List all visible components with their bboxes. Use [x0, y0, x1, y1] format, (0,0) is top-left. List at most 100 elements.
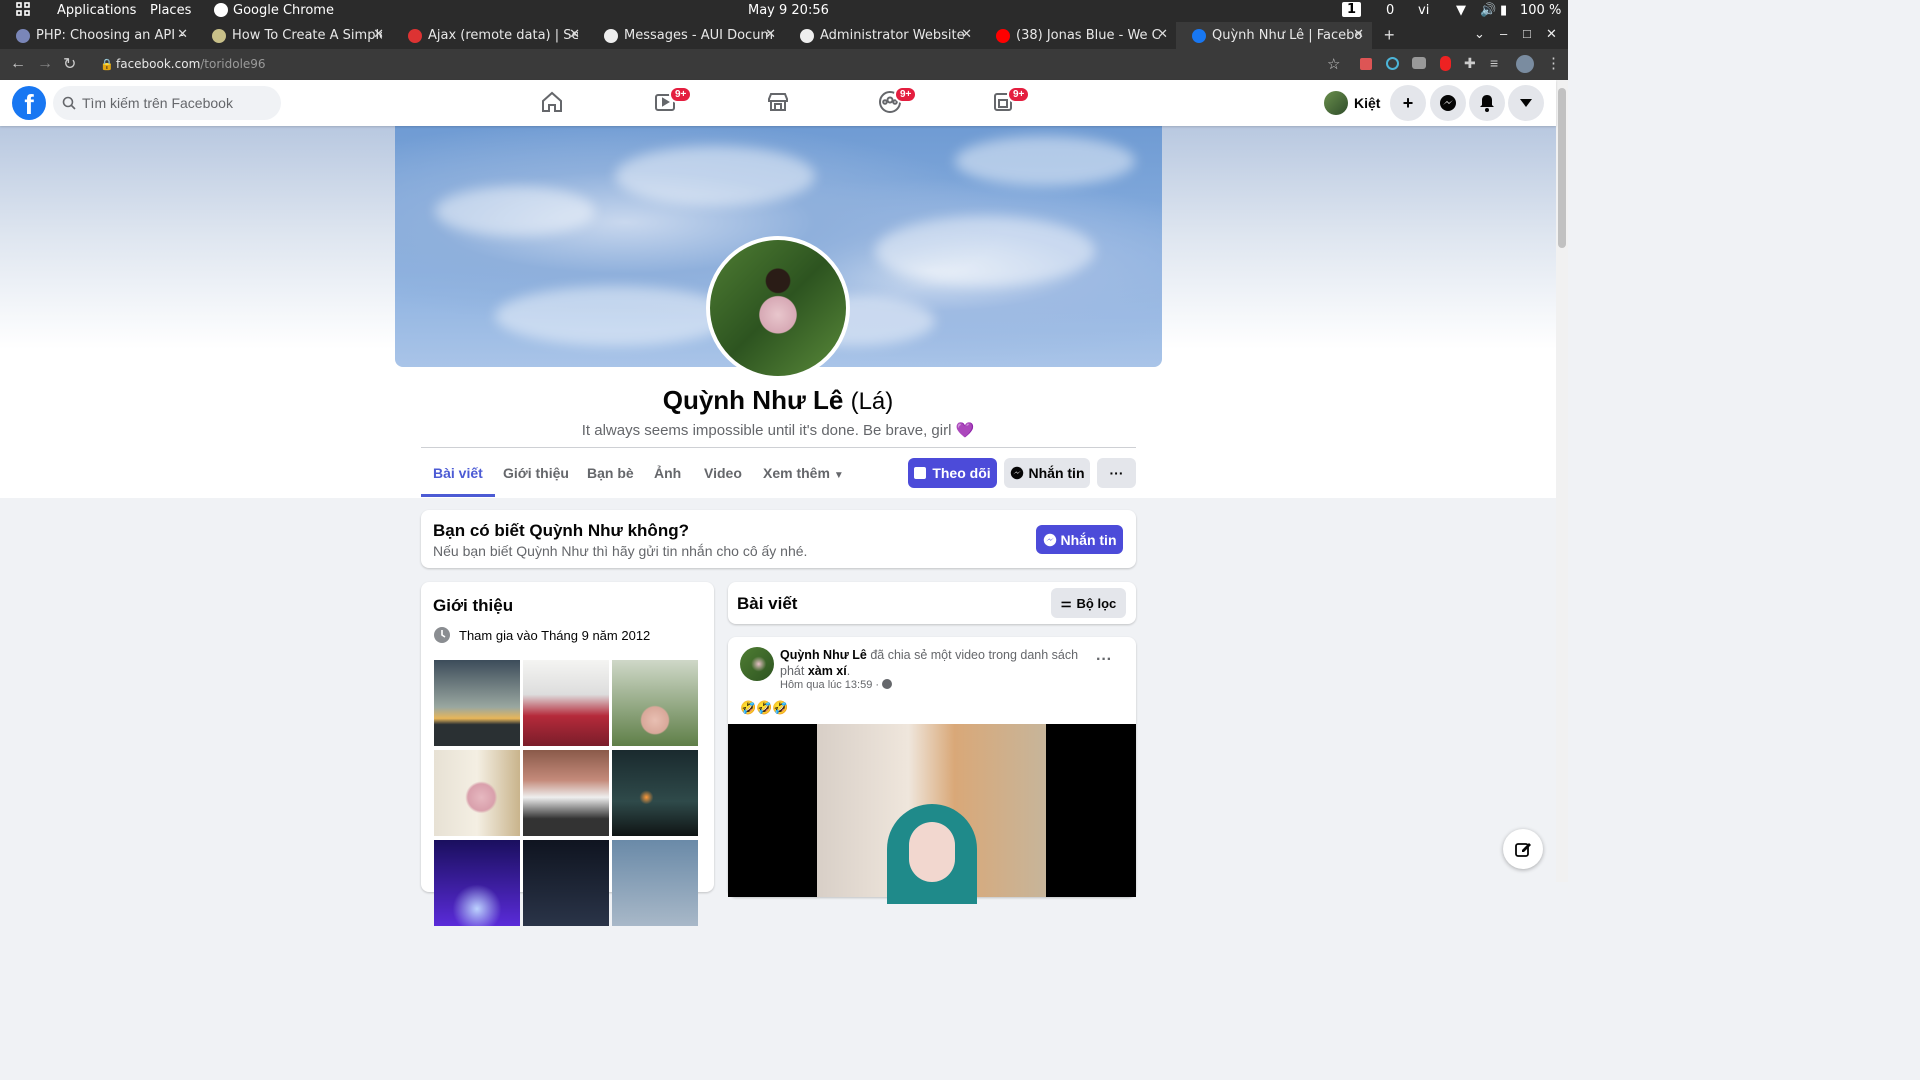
address-bar[interactable]: 🔒 facebook.com/toridole96	[92, 53, 1342, 76]
scrollbar-thumb[interactable]	[1558, 88, 1566, 248]
lock-icon: 🔒	[100, 58, 114, 71]
account-menu-button[interactable]	[1508, 85, 1544, 121]
know-person-card: Bạn có biết Quỳnh Như không? Nếu bạn biế…	[421, 510, 1136, 568]
photo-thumbnail[interactable]	[612, 840, 698, 926]
profile-shortcut[interactable]: Kiệt	[1324, 90, 1380, 116]
post-card: Quỳnh Như Lê đã chia sẻ một video trong …	[728, 637, 1136, 904]
avatar[interactable]	[740, 647, 774, 681]
browser-tab[interactable]: (38) Jonas Blue - We C ✕	[980, 22, 1176, 49]
close-tab-icon[interactable]: ✕	[765, 27, 776, 42]
photo-thumbnail[interactable]	[523, 750, 609, 836]
tab-search-icon[interactable]: ⌄	[1474, 26, 1485, 42]
media-control-icon[interactable]: ≡	[1490, 55, 1498, 71]
know-card-title: Bạn có biết Quỳnh Như không?	[433, 521, 689, 540]
more-options-button[interactable]: ···	[1097, 458, 1136, 488]
reload-icon[interactable]: ↻	[63, 54, 76, 74]
applications-menu[interactable]: Applications	[57, 3, 136, 18]
profile-avatar[interactable]	[1516, 55, 1534, 73]
gaming-icon[interactable]: 9+	[991, 86, 1031, 116]
new-message-button[interactable]	[1503, 829, 1543, 869]
favicon-icon	[212, 28, 226, 43]
browser-tab[interactable]: Administrator Website ✕	[784, 22, 980, 49]
tab-more[interactable]: Xem thêm ▼	[763, 459, 844, 497]
marketplace-icon[interactable]	[766, 90, 792, 116]
wifi-icon[interactable]: ▼	[1456, 3, 1466, 18]
watch-badge: 9+	[669, 86, 693, 103]
intro-card: Giới thiệu Tham gia vào Tháng 9 năm 2012	[421, 582, 714, 926]
post-menu-button[interactable]: ···	[1096, 651, 1112, 669]
workspace-indicator[interactable]: 1	[1342, 2, 1362, 17]
browser-tab[interactable]: How To Create A Simple R✕	[196, 22, 392, 49]
search-input[interactable]: Tìm kiếm trên Facebook	[53, 86, 281, 120]
browser-tab[interactable]: Messages - AUI Documen ✕	[588, 22, 784, 49]
back-icon[interactable]: ←	[10, 55, 26, 73]
favicon-icon	[996, 28, 1010, 43]
profile-picture[interactable]	[706, 236, 850, 380]
react-devtools-icon[interactable]	[1386, 57, 1399, 70]
video-player[interactable]	[728, 724, 1136, 904]
chrome-menu-icon[interactable]: ⋮	[1546, 54, 1561, 72]
notification-count: 0	[1386, 3, 1395, 18]
photo-thumbnail[interactable]	[434, 660, 520, 746]
tab-more-label: Xem thêm	[763, 465, 830, 481]
photo-thumbnail[interactable]	[523, 660, 609, 746]
photo-thumbnail[interactable]	[612, 750, 698, 836]
profile-alt-name: (Lá)	[850, 388, 894, 415]
close-tab-icon[interactable]: ✕	[1353, 27, 1364, 42]
close-tab-icon[interactable]: ✕	[961, 27, 972, 42]
tab-title: (38) Jonas Blue - We C	[1016, 28, 1161, 43]
apps-grid-icon[interactable]	[16, 2, 30, 20]
maximize-icon[interactable]: □	[1523, 26, 1531, 41]
new-tab-button[interactable]: +	[1384, 25, 1395, 46]
photo-thumbnail[interactable]	[434, 750, 520, 836]
forward-icon[interactable]: →	[37, 55, 53, 73]
extension-icon[interactable]	[1412, 57, 1426, 69]
browser-toolbar: ← → ↻ 🔒 facebook.com/toridole96 ☆ ✚ ≡ ⋮	[0, 49, 1568, 80]
messenger-button[interactable]	[1430, 85, 1466, 121]
filter-button[interactable]: ⚌ Bộ lọc	[1051, 588, 1126, 618]
tab-photos[interactable]: Ảnh	[654, 459, 681, 497]
close-tab-icon[interactable]: ✕	[1157, 27, 1168, 42]
home-icon[interactable]	[540, 90, 566, 116]
notifications-button[interactable]	[1469, 85, 1505, 121]
groups-icon[interactable]: 9+	[878, 86, 918, 116]
close-tab-icon[interactable]: ✕	[373, 27, 384, 42]
window-close-icon[interactable]: ✕	[1546, 26, 1557, 42]
puzzle-icon[interactable]: ✚	[1464, 55, 1476, 72]
tab-about[interactable]: Giới thiệu	[503, 459, 569, 497]
close-tab-icon[interactable]: ✕	[569, 27, 580, 42]
browser-tab[interactable]: PHP: Choosing an API - M ✕	[0, 22, 196, 49]
close-tab-icon[interactable]: ✕	[177, 27, 188, 42]
tab-videos[interactable]: Video	[704, 459, 742, 497]
post-author[interactable]: Quỳnh Như Lê	[780, 648, 867, 662]
browser-app-name[interactable]: Google Chrome	[233, 3, 334, 18]
extension-icon[interactable]	[1360, 58, 1372, 70]
url-path: /toridole96	[200, 57, 266, 71]
browser-tab[interactable]: Quỳnh Như Lê | Facebook ✕	[1176, 22, 1372, 49]
volume-icon[interactable]: 🔊	[1480, 3, 1496, 18]
photo-thumbnail[interactable]	[612, 660, 698, 746]
follow-button[interactable]: Theo dõi	[908, 458, 997, 488]
favicon-icon	[1192, 28, 1206, 43]
facebook-logo[interactable]: f	[12, 86, 46, 120]
know-card-message-button[interactable]: Nhắn tin	[1036, 525, 1123, 554]
watch-icon[interactable]: 9+	[653, 86, 693, 116]
battery-icon[interactable]: ▮	[1500, 3, 1507, 18]
keyboard-lang[interactable]: vi	[1418, 3, 1429, 18]
tab-friends[interactable]: Bạn bè	[587, 459, 634, 497]
photo-thumbnail[interactable]	[434, 840, 520, 926]
create-button[interactable]: +	[1390, 85, 1426, 121]
message-button[interactable]: Nhắn tin	[1004, 458, 1090, 488]
places-menu[interactable]: Places	[150, 3, 191, 18]
photo-thumbnail[interactable]	[523, 840, 609, 926]
post-playlist[interactable]: xàm xí	[808, 664, 847, 678]
extension-icon[interactable]	[1440, 56, 1451, 71]
browser-tab[interactable]: Ajax (remote data) | Selec✕	[392, 22, 588, 49]
post-time[interactable]: Hôm qua lúc 13:59 ·	[780, 679, 893, 691]
bookmark-star-icon[interactable]: ☆	[1327, 55, 1340, 73]
page-scrollbar[interactable]	[1556, 80, 1568, 882]
minimize-icon[interactable]: –	[1500, 26, 1507, 41]
posts-title: Bài viết	[737, 594, 798, 613]
tab-posts[interactable]: Bài viết	[421, 459, 495, 497]
clock[interactable]: May 9 20:56	[748, 3, 829, 18]
